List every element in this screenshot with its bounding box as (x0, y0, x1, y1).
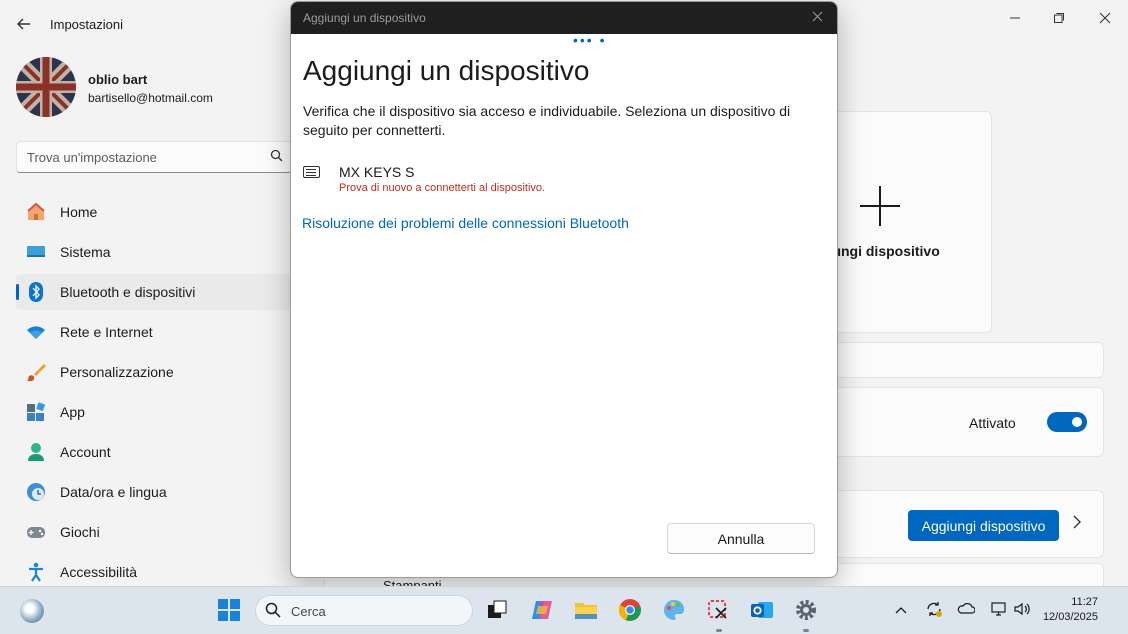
user-name: oblio bart (88, 72, 148, 87)
avatar[interactable] (16, 57, 76, 117)
sidebar-item-data-ora[interactable]: Data/ora e lingua (16, 474, 292, 510)
sidebar-item-label: Account (60, 444, 111, 460)
bluetooth-icon (26, 282, 46, 302)
sidebar-item-label: Bluetooth e dispositivi (60, 284, 196, 300)
close-icon[interactable] (1095, 8, 1115, 28)
widgets-icon[interactable] (20, 599, 44, 623)
search-icon[interactable] (270, 149, 283, 165)
sidebar-item-account[interactable]: Account (16, 434, 292, 470)
clock-date: 12/03/2025 (1042, 611, 1098, 623)
sidebar-item-label: Accessibilità (60, 564, 138, 580)
add-device-card-label: giungi dispositivo (820, 243, 940, 259)
apps-icon (26, 402, 46, 422)
back-arrow-icon[interactable] (14, 14, 34, 34)
maximize-icon[interactable] (1049, 8, 1069, 28)
home-icon (26, 202, 46, 222)
sidebar-item-label: Sistema (60, 244, 111, 260)
user-email: bartisello@hotmail.com (88, 91, 213, 105)
device-error-message: Prova di nuovo a connetterti al disposit… (339, 182, 546, 194)
dialog-close-icon[interactable] (812, 9, 823, 26)
task-view-icon[interactable] (484, 597, 510, 623)
volume-icon[interactable] (1013, 600, 1031, 621)
system-icon (26, 242, 46, 262)
accessibility-icon (26, 562, 46, 582)
sidebar-item-accessibilita[interactable]: Accessibilità (16, 554, 292, 590)
settings-search-input[interactable]: Trova un'impostazione (16, 141, 292, 173)
outlook-icon[interactable] (749, 597, 775, 623)
chrome-icon[interactable] (617, 597, 643, 623)
wifi-icon (26, 322, 46, 342)
search-placeholder: Trova un'impostazione (27, 150, 157, 165)
add-device-button[interactable]: Aggiungi dispositivo (908, 510, 1059, 541)
sidebar-item-home[interactable]: Home (16, 194, 292, 230)
start-icon[interactable] (216, 597, 242, 623)
sidebar-item-label: Rete e Internet (60, 324, 153, 340)
settings-gear-icon[interactable] (793, 597, 819, 623)
sidebar-item-app[interactable]: App (16, 394, 292, 430)
taskbar: Cerca 11:27 12/03/2025 (0, 586, 1128, 634)
sidebar-item-label: Data/ora e lingua (60, 484, 167, 500)
sidebar-item-label: Giochi (60, 524, 100, 540)
sidebar-item-label: Home (60, 204, 98, 220)
paint-icon[interactable] (661, 597, 687, 623)
sidebar-item-bluetooth[interactable]: Bluetooth e dispositivi (16, 274, 292, 310)
taskbar-search-placeholder: Cerca (291, 604, 326, 619)
dialog-titlebar: Aggiungi un dispositivo (291, 2, 837, 34)
plus-icon (860, 186, 900, 226)
onedrive-icon[interactable] (957, 602, 976, 617)
dialog-description: Verifica che il dispositivo sia acceso e… (303, 103, 791, 138)
running-indicator (803, 629, 809, 632)
sidebar-item-sistema[interactable]: Sistema (16, 234, 292, 270)
device-name[interactable]: MX KEYS S (339, 164, 414, 180)
file-explorer-icon[interactable] (573, 597, 599, 623)
taskbar-search-input[interactable]: Cerca (255, 595, 473, 626)
minimize-icon[interactable] (1005, 8, 1025, 28)
keyboard-icon (303, 166, 320, 178)
search-icon (265, 602, 281, 622)
network-icon[interactable] (990, 600, 1008, 621)
dialog-titlebar-text: Aggiungi un dispositivo (303, 11, 426, 25)
bluetooth-state-label: Attivato (969, 415, 1016, 431)
snipping-tool-icon[interactable] (705, 597, 731, 623)
sidebar-item-rete[interactable]: Rete e Internet (16, 314, 292, 350)
bluetooth-toggle[interactable] (1047, 412, 1087, 432)
add-device-dialog: Aggiungi un dispositivo ••• • Aggiungi u… (290, 1, 838, 578)
account-icon (26, 442, 46, 462)
running-indicator (716, 629, 722, 632)
time-language-icon (26, 482, 46, 502)
gamepad-icon (26, 522, 46, 542)
sidebar-item-label: App (60, 404, 85, 420)
sidebar-item-label: Personalizzazione (60, 364, 174, 380)
dialog-heading: Aggiungi un dispositivo (303, 55, 590, 86)
clock-time: 11:27 (1071, 596, 1098, 608)
sidebar-nav: Home Sistema Bluetooth e dispositivi Ret… (16, 194, 292, 594)
brush-icon (26, 362, 46, 382)
clock[interactable]: 11:27 12/03/2025 (1043, 595, 1098, 625)
sync-icon[interactable] (925, 600, 943, 621)
collapsed-card (800, 342, 1104, 378)
troubleshoot-link[interactable]: Risoluzione dei problemi delle connessio… (302, 215, 629, 231)
chevron-right-icon[interactable] (1072, 515, 1082, 534)
cancel-button[interactable]: Annulla (667, 523, 815, 554)
chevron-up-icon[interactable] (895, 602, 907, 617)
app-title: Impostazioni (50, 17, 123, 32)
sidebar-item-personalizzazione[interactable]: Personalizzazione (16, 354, 292, 390)
copilot-icon[interactable] (529, 597, 555, 623)
sidebar-item-giochi[interactable]: Giochi (16, 514, 292, 550)
progress-dots-icon: ••• • (573, 32, 607, 48)
